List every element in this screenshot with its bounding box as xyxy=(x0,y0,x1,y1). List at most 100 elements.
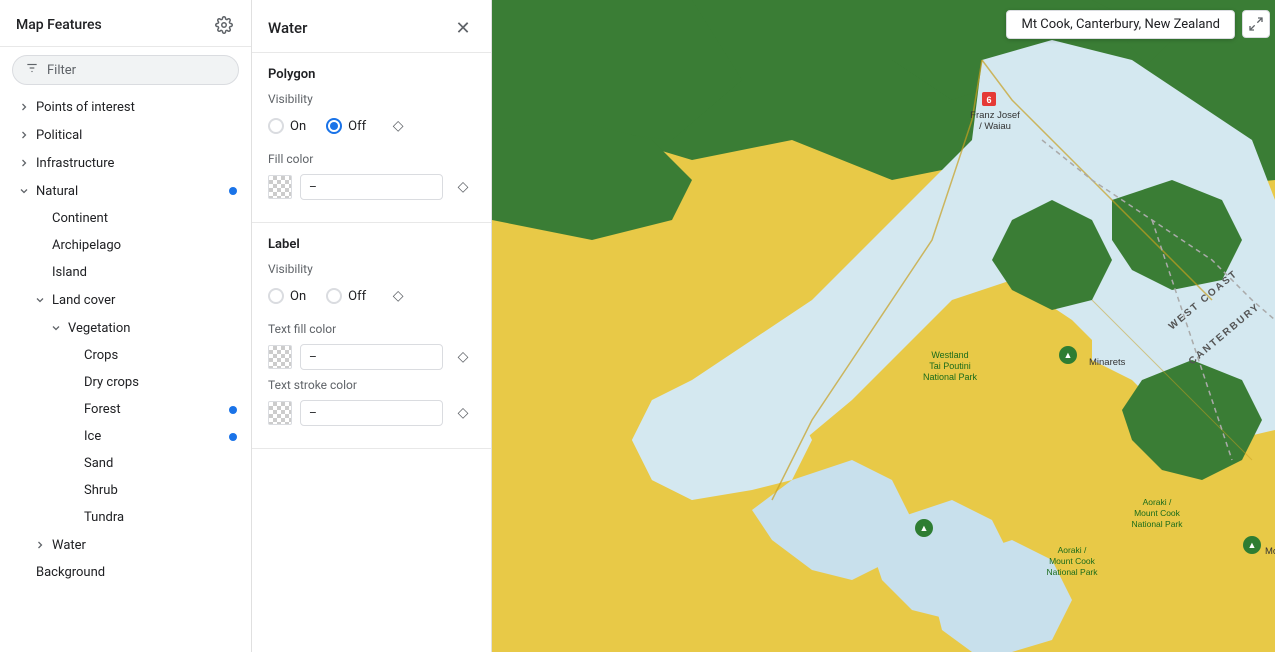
polygon-visibility-radios: On Off ◇ xyxy=(268,114,475,138)
svg-text:Aoraki /: Aoraki / xyxy=(1058,545,1087,555)
svg-text:6: 6 xyxy=(986,95,991,105)
nav-item-dot xyxy=(229,187,237,195)
arrow-icon xyxy=(32,537,48,553)
polygon-fill-value[interactable]: – xyxy=(300,174,443,200)
nav-item-landcover[interactable]: Land cover xyxy=(0,286,251,314)
text-fill-value[interactable]: – xyxy=(300,344,443,370)
svg-text:Mount Cook: Mount Cook xyxy=(1049,556,1096,566)
text-stroke-diamond[interactable]: ◇ xyxy=(451,401,475,425)
label-off-label: Off xyxy=(348,289,366,304)
label-visibility-diamond[interactable]: ◇ xyxy=(386,284,410,308)
gear-icon[interactable] xyxy=(213,14,235,36)
nav-item-dot xyxy=(229,433,237,441)
text-stroke-color-row: – ◇ xyxy=(268,400,475,426)
polygon-on-radio[interactable]: On xyxy=(268,118,306,134)
nav-item-label: Crops xyxy=(84,348,118,363)
polygon-visibility-diamond[interactable]: ◇ xyxy=(386,114,410,138)
text-stroke-color-label: Text stroke color xyxy=(268,378,475,392)
panel-title: Map Features xyxy=(16,17,102,33)
middle-panel: Water ✕ Polygon Visibility On Off ◇ Fill… xyxy=(252,0,492,652)
nav-item-forest[interactable]: Forest xyxy=(0,396,251,423)
nav-item-crops[interactable]: Crops xyxy=(0,342,251,369)
arrow-icon xyxy=(48,320,64,336)
svg-text:Westland: Westland xyxy=(931,350,968,360)
nav-tree: Points of interest Political Infrastructur… xyxy=(0,93,251,652)
nav-item-label: Dry crops xyxy=(84,375,139,390)
text-stroke-swatch[interactable] xyxy=(268,401,292,425)
svg-text:National Park: National Park xyxy=(923,372,978,382)
text-fill-diamond[interactable]: ◇ xyxy=(451,345,475,369)
svg-text:Mount Cook: Mount Cook xyxy=(1134,508,1181,518)
nav-item-sand[interactable]: Sand xyxy=(0,450,251,477)
nav-item-political[interactable]: Political xyxy=(0,121,251,149)
nav-item-poi[interactable]: Points of interest xyxy=(0,93,251,121)
polygon-fill-diamond[interactable]: ◇ xyxy=(451,175,475,199)
nav-item-label: Vegetation xyxy=(68,321,130,336)
arrow-icon xyxy=(16,183,32,199)
polygon-on-circle xyxy=(268,118,284,134)
text-stroke-value[interactable]: – xyxy=(300,400,443,426)
polygon-title: Polygon xyxy=(268,67,475,82)
nav-item-label: Archipelago xyxy=(52,238,121,253)
left-panel: Map Features Filter Points of interestPo… xyxy=(0,0,252,652)
arrow-icon xyxy=(16,155,32,171)
polygon-section: Polygon Visibility On Off ◇ Fill color –… xyxy=(252,53,491,223)
polygon-off-radio[interactable]: Off xyxy=(326,118,366,134)
arrow-icon xyxy=(16,127,32,143)
nav-item-label: Island xyxy=(52,265,87,280)
label-section: Label Visibility On Off ◇ Text fill colo… xyxy=(252,223,491,449)
nav-item-ice[interactable]: Ice xyxy=(0,423,251,450)
polygon-fill-color-label: Fill color xyxy=(268,152,475,166)
mid-panel-title: Water xyxy=(268,19,307,37)
label-on-circle xyxy=(268,288,284,304)
nav-item-label: Background xyxy=(36,565,105,580)
label-visibility-radios: On Off ◇ xyxy=(268,284,475,308)
text-fill-color-row: – ◇ xyxy=(268,344,475,370)
svg-text:National Park: National Park xyxy=(1046,567,1098,577)
nav-item-water[interactable]: Water xyxy=(0,531,251,559)
location-text: Mt Cook, Canterbury, New Zealand xyxy=(1021,17,1220,32)
label-on-radio[interactable]: On xyxy=(268,288,306,304)
polygon-fill-swatch[interactable] xyxy=(268,175,292,199)
polygon-off-label: Off xyxy=(348,119,366,134)
nav-item-label: Water xyxy=(52,538,86,553)
polygon-on-label: On xyxy=(290,119,306,134)
nav-item-label: Sand xyxy=(84,456,113,471)
nav-item-island[interactable]: Island xyxy=(0,259,251,286)
label-on-label: On xyxy=(290,289,306,304)
text-fill-swatch[interactable] xyxy=(268,345,292,369)
svg-text:▲: ▲ xyxy=(920,523,929,533)
text-fill-color-label: Text fill color xyxy=(268,322,475,336)
nav-item-tundra[interactable]: Tundra xyxy=(0,504,251,531)
nav-item-shrub[interactable]: Shrub xyxy=(0,477,251,504)
nav-item-label: Land cover xyxy=(52,293,115,308)
nav-item-label: Natural xyxy=(36,184,78,199)
nav-item-archipelago[interactable]: Archipelago xyxy=(0,232,251,259)
nav-item-label: Points of interest xyxy=(36,100,135,115)
label-off-radio[interactable]: Off xyxy=(326,288,366,304)
fullscreen-button[interactable] xyxy=(1242,10,1270,38)
svg-text:Aoraki /: Aoraki / xyxy=(1143,497,1172,507)
nav-item-label: Continent xyxy=(52,211,108,226)
svg-text:Tai Poutini: Tai Poutini xyxy=(929,361,971,371)
filter-text: Filter xyxy=(47,63,76,78)
polygon-off-circle xyxy=(326,118,342,134)
label-off-circle xyxy=(326,288,342,304)
filter-icon xyxy=(25,61,39,79)
nav-item-vegetation[interactable]: Vegetation xyxy=(0,314,251,342)
nav-item-label: Ice xyxy=(84,429,101,444)
svg-text:National Park: National Park xyxy=(1131,519,1183,529)
svg-text:Franz Josef: Franz Josef xyxy=(970,110,1020,121)
nav-item-infrastructure[interactable]: Infrastructure xyxy=(0,149,251,177)
location-bar: Mt Cook, Canterbury, New Zealand xyxy=(1006,10,1235,39)
nav-item-background[interactable]: Background xyxy=(0,559,251,586)
nav-item-natural[interactable]: Natural xyxy=(0,177,251,205)
close-button[interactable]: ✕ xyxy=(451,16,475,40)
filter-bar[interactable]: Filter xyxy=(12,55,239,85)
nav-item-label: Infrastructure xyxy=(36,156,114,171)
map-area[interactable]: WEST COAST CANTERBURY WEST COAST CANTERB… xyxy=(492,0,1275,652)
nav-item-continent[interactable]: Continent xyxy=(0,205,251,232)
nav-item-label: Forest xyxy=(84,402,121,417)
polygon-visibility-label: Visibility xyxy=(268,92,475,106)
nav-item-drycrops[interactable]: Dry crops xyxy=(0,369,251,396)
